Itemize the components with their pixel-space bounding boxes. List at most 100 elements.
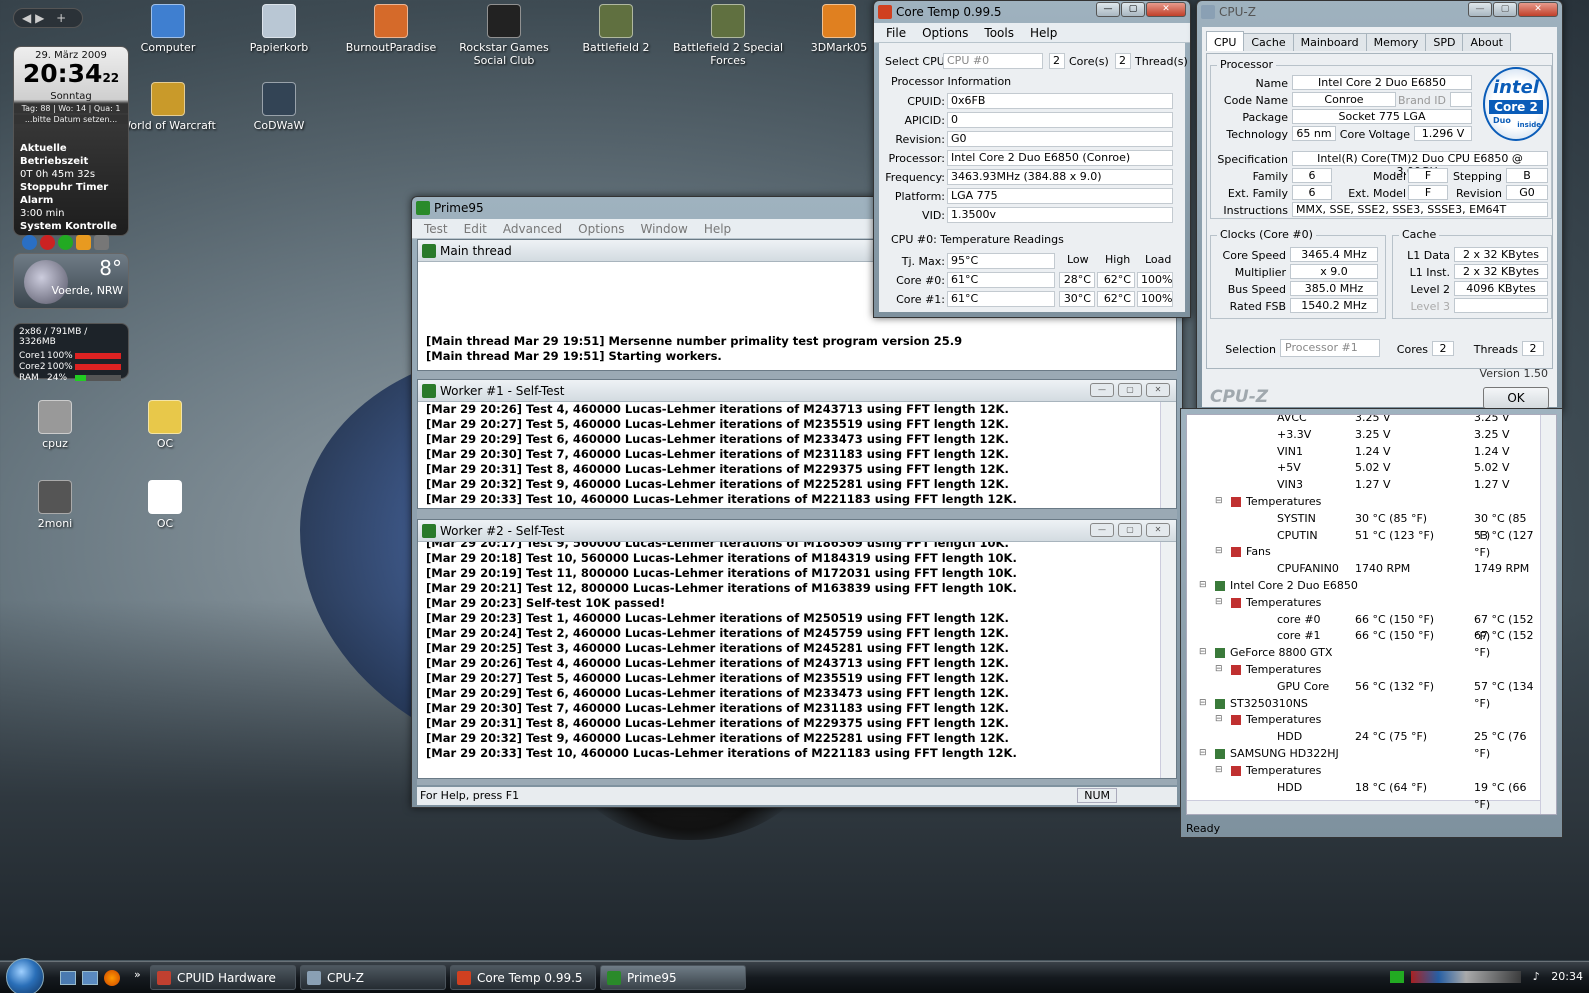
ok-button[interactable]: OK [1483, 387, 1549, 409]
tree-row[interactable]: VIN3 1.27 V 1.27 V [1187, 476, 1538, 493]
worker1-titlebar[interactable]: Worker #1 - Self-Test — ▢ ✕ [418, 380, 1176, 402]
prime95-menu-edit[interactable]: Edit [456, 219, 495, 238]
show-desktop-icon[interactable] [60, 971, 76, 985]
sidebar-toolbar[interactable]: ◀ ▶ + [13, 8, 83, 28]
tab-cpu[interactable]: CPU [1206, 31, 1245, 51]
taskbar-button[interactable]: CPU-Z [300, 965, 446, 990]
tree-row[interactable]: ⊟ Temperatures [1187, 762, 1538, 779]
desktop-icon[interactable]: Battlefield 2 Special Forces [668, 4, 788, 67]
firefox-icon[interactable] [104, 970, 120, 986]
coretemp-titlebar[interactable]: Core Temp 0.99.5 — ▢ ✕ [874, 1, 1190, 23]
tree-row[interactable]: ⊟ Temperatures [1187, 711, 1538, 728]
tree-row[interactable]: +3.3V 3.25 V 3.25 V [1187, 426, 1538, 443]
minimize-button[interactable]: — [1090, 523, 1114, 537]
switch-windows-icon[interactable] [82, 971, 98, 985]
maximize-button[interactable]: ▢ [1118, 523, 1142, 537]
coretemp-menubar[interactable]: File Options Tools Help [874, 23, 1190, 43]
tree-expander-icon[interactable]: ⊟ [1215, 661, 1223, 678]
minimize-button[interactable]: — [1096, 2, 1120, 17]
prime95-menu-test[interactable]: Test [416, 219, 456, 238]
tree-row[interactable]: VIN1 1.24 V 1.24 V [1187, 443, 1538, 460]
selection-dropdown[interactable]: Processor #1 [1280, 339, 1380, 357]
close-button[interactable]: ✕ [1146, 2, 1186, 17]
coretemp-menu-file[interactable]: File [878, 23, 914, 42]
close-button[interactable]: ✕ [1146, 383, 1170, 397]
tree-row[interactable]: HDD 24 °C (75 °F) 25 °C (76 °F) [1187, 728, 1538, 760]
tray-icons-group[interactable] [1411, 971, 1522, 983]
taskbar-button[interactable]: Prime95 [600, 965, 746, 990]
desktop-icon[interactable]: Papierkorb [219, 4, 339, 54]
desktop-icon[interactable]: Battlefield 2 [556, 4, 676, 54]
tab-spd[interactable]: SPD [1425, 33, 1464, 51]
tree-expander-icon[interactable]: ⊟ [1215, 711, 1223, 728]
taskbar-button[interactable]: CPUID Hardware M... [150, 965, 296, 990]
restart-icon[interactable] [58, 235, 73, 250]
switch-user-icon[interactable] [94, 235, 109, 250]
desktop-icon[interactable]: CoDWaW [219, 82, 339, 132]
tree-row[interactable]: core #1 66 °C (150 °F) 67 °C (152 °F) [1187, 627, 1538, 659]
maximize-button[interactable]: ▢ [1118, 383, 1142, 397]
cpuz-window[interactable]: CPU-Z — ▢ ✕ CPU Cache Mainboard Memory SPD Abou… [1196, 0, 1563, 413]
prime95-menu-options[interactable]: Options [570, 219, 632, 238]
tree-row[interactable]: +5V 5.02 V 5.02 V [1187, 459, 1538, 476]
add-icon[interactable]: + [56, 11, 66, 25]
desktop-icon[interactable]: OC [105, 400, 225, 450]
tray-network-icon[interactable] [1389, 971, 1404, 983]
tree-expander-icon[interactable]: ⊟ [1199, 745, 1207, 762]
tab-cache[interactable]: Cache [1243, 33, 1294, 51]
coretemp-menu-tools[interactable]: Tools [976, 23, 1022, 42]
timer-value[interactable]: 3:00 min [14, 207, 128, 220]
tree-expander-icon[interactable]: ⊟ [1199, 577, 1207, 594]
prime95-menu-help[interactable]: Help [696, 219, 739, 238]
tree-row[interactable]: CPUTIN 51 °C (123 °F) 53 °C (127 °F) [1187, 527, 1538, 559]
tab-about[interactable]: About [1462, 33, 1511, 51]
maximize-button[interactable]: ▢ [1121, 2, 1145, 17]
tree-row[interactable]: ⊟ Temperatures [1187, 661, 1538, 678]
tree-row[interactable]: ⊟ ST3250310NS [1187, 695, 1538, 712]
prime95-menu-window[interactable]: Window [632, 219, 695, 238]
desktop-icon[interactable]: cpuz [0, 400, 115, 450]
tree-row[interactable]: HDD 18 °C (64 °F) 19 °C (66 °F) [1187, 779, 1538, 811]
tree-expander-icon[interactable]: ⊟ [1215, 762, 1223, 779]
lock-icon[interactable] [76, 235, 91, 250]
back-icon[interactable]: ◀ [22, 11, 31, 25]
desktop-icon[interactable]: Rockstar Games Social Club [444, 4, 564, 67]
close-button[interactable]: ✕ [1518, 2, 1558, 17]
worker2-window[interactable]: Worker #2 - Self-Test — ▢ ✕ [Mar 29 20:17]… [417, 519, 1177, 779]
desktop-icon[interactable]: 2moni [0, 480, 115, 530]
tree-row[interactable]: ⊟ SAMSUNG HD322HJ [1187, 745, 1538, 762]
tree-row[interactable]: SYSTIN 30 °C (85 °F) 30 °C (85 °F) [1187, 510, 1538, 542]
prime95-menu-advanced[interactable]: Advanced [495, 219, 570, 238]
cpuz-tabs[interactable]: CPU Cache Mainboard Memory SPD About [1206, 31, 1511, 51]
worker2-scrollbar[interactable] [1160, 542, 1176, 778]
tree-row[interactable]: ⊟ Temperatures [1187, 493, 1538, 510]
minimize-button[interactable]: — [1468, 2, 1492, 17]
hwmonitor-vscrollbar[interactable] [1540, 415, 1556, 814]
tree-expander-icon[interactable]: ⊟ [1215, 543, 1223, 560]
coretemp-menu-options[interactable]: Options [914, 23, 976, 42]
select-cpu-dropdown[interactable]: CPU #0 [943, 53, 1043, 69]
hwmonitor-tree[interactable]: AVCC 3.25 V 3.25 V +3.3V 3.25 V 3.25 V VIN1 1.2… [1186, 414, 1557, 815]
tray-clock[interactable]: 20:34 [1551, 970, 1583, 983]
coretemp-window[interactable]: Core Temp 0.99.5 — ▢ ✕ File Options Tools Hel… [873, 0, 1191, 318]
close-button[interactable]: ✕ [1146, 523, 1170, 537]
tree-row[interactable]: AVCC 3.25 V 3.25 V [1187, 415, 1538, 426]
power-icon[interactable] [22, 235, 37, 250]
coretemp-menu-help[interactable]: Help [1022, 23, 1065, 42]
worker1-scrollbar[interactable] [1160, 402, 1176, 508]
minimize-button[interactable]: — [1090, 383, 1114, 397]
tree-expander-icon[interactable]: ⊟ [1215, 493, 1223, 510]
tree-row[interactable]: ⊟ Temperatures [1187, 594, 1538, 611]
weather-gadget[interactable]: 8° Voerde, NRW [13, 253, 129, 309]
shutdown-icon[interactable] [40, 235, 55, 250]
clock-gadget[interactable]: 29. März 2009 20:3422 Sonntag Tag: 88 | … [13, 46, 129, 250]
tree-row[interactable]: ⊟ Fans [1187, 543, 1538, 560]
tree-row[interactable]: GPU Core 56 °C (132 °F) 57 °C (134 °F) [1187, 678, 1538, 710]
worker2-titlebar[interactable]: Worker #2 - Self-Test — ▢ ✕ [418, 520, 1176, 542]
tree-row[interactable]: CPUFANIN0 1740 RPM 1749 RPM [1187, 560, 1538, 577]
tab-mainboard[interactable]: Mainboard [1292, 33, 1367, 51]
quicklaunch-more-icon[interactable]: » [134, 968, 141, 981]
cpuz-titlebar[interactable]: CPU-Z — ▢ ✕ [1197, 1, 1562, 23]
maximize-button[interactable]: ▢ [1493, 2, 1517, 17]
start-button[interactable] [6, 958, 44, 993]
